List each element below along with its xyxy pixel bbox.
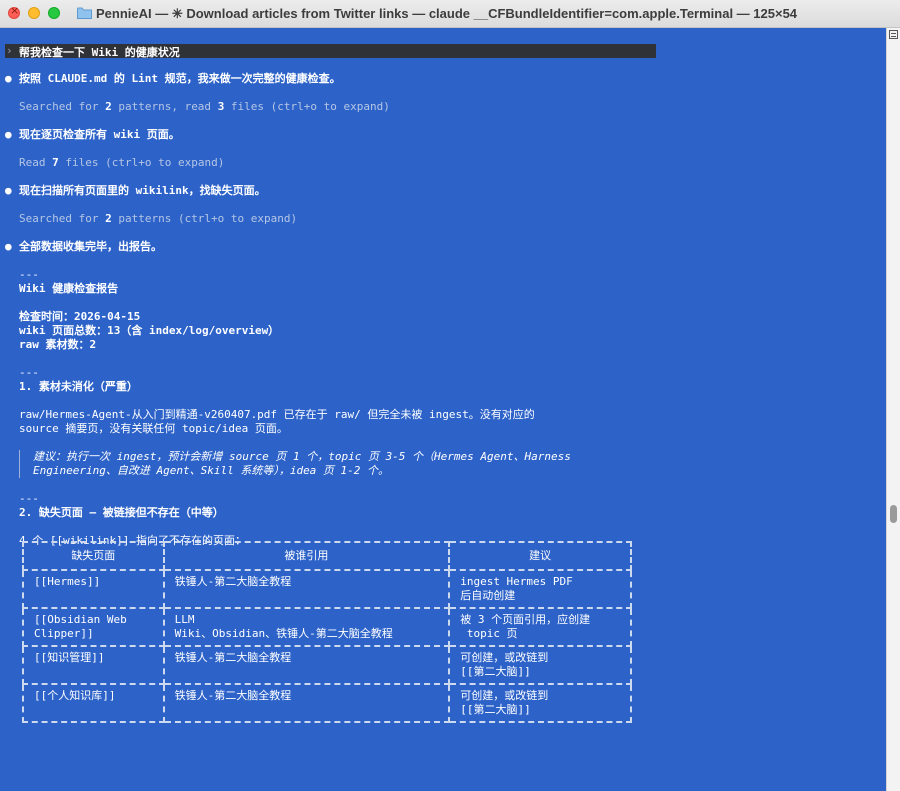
report-title: Wiki 健康检查报告 <box>19 282 119 295</box>
table-cell: [[Hermes]] <box>22 569 165 609</box>
tool-summary[interactable]: Read 7 files (ctrl+o to expand) <box>19 156 224 170</box>
table-row: [[知识管理]] 铁锤人-第二大脑全教程 可创建，或改链到 [[第二大脑]] <box>22 645 632 685</box>
table-row: [[Obsidian Web Clipper]] LLM Wiki、Obsidi… <box>22 607 632 647</box>
bullet-icon: ● <box>5 184 12 197</box>
missing-pages-table: 缺失页面 被谁引用 建议 [[Hermes]] 铁锤人-第二大脑全教程 inge… <box>22 541 632 723</box>
tool-summary[interactable]: Searched for 2 patterns (ctrl+o to expan… <box>19 212 297 226</box>
table-row: [[个人知识库]] 铁锤人-第二大脑全教程 可创建，或改链到 [[第二大脑]] <box>22 683 632 723</box>
horizontal-rule: --- <box>19 366 39 379</box>
user-prompt-line: › 帮我检查一下 Wiki 的健康状况 <box>5 44 656 59</box>
table-cell: 被 3 个页面引用，应创建 topic 页 <box>448 607 632 647</box>
user-prompt-text: 帮我检查一下 Wiki 的健康状况 <box>19 46 180 59</box>
horizontal-rule: --- <box>19 268 39 281</box>
table-cell: [[个人知识库]] <box>22 683 165 723</box>
table-cell: [[知识管理]] <box>22 645 165 685</box>
table-cell: [[Obsidian Web Clipper]] <box>22 607 165 647</box>
horizontal-rule: --- <box>19 492 39 505</box>
tool-summary[interactable]: Searched for 2 patterns, read 3 files (c… <box>19 100 390 114</box>
section-text: source 摘要页，没有关联任何 topic/idea 页面。 <box>19 422 288 435</box>
page-total: wiki 页面总数：13（含 index/log/overview） <box>19 324 280 337</box>
prompt-marker: › <box>6 44 13 57</box>
scrollbar-thumb[interactable] <box>890 505 897 523</box>
folder-icon <box>77 7 92 19</box>
close-icon[interactable] <box>8 4 20 19</box>
table-cell: 铁锤人-第二大脑全教程 <box>162 683 451 723</box>
assistant-message: 按照 CLAUDE.md 的 Lint 规范，我来做一次完整的健康检查。 <box>19 72 341 85</box>
suggestion-quote: Engineering、自改进 Agent、Skill 系统等），idea 页 … <box>33 464 390 477</box>
minimize-icon[interactable] <box>28 7 40 19</box>
window-title: PennieAI — ✳ Download articles from Twit… <box>96 6 798 21</box>
section-text: raw/Hermes-Agent-从入门到精通-v260407.pdf 已存在于… <box>19 408 535 421</box>
check-time: 检查时间：2026-04-15 <box>19 310 141 323</box>
scrollbar-menu-icon[interactable] <box>889 30 898 39</box>
raw-count: raw 素材数：2 <box>19 338 97 351</box>
table-header-cell: 缺失页面 <box>22 541 165 571</box>
table-cell: 可创建，或改链到 [[第二大脑]] <box>448 645 632 685</box>
table-header-cell: 建议 <box>448 541 632 571</box>
assistant-message: 全部数据收集完毕，出报告。 <box>19 240 162 253</box>
suggestion-quote: 建议：执行一次 ingest，预计会新增 source 页 1 个，topic … <box>33 450 571 463</box>
table-header-cell: 被谁引用 <box>162 541 451 571</box>
table-row: [[Hermes]] 铁锤人-第二大脑全教程 ingest Hermes PDF… <box>22 569 632 609</box>
section-heading: 1. 素材未消化（严重） <box>19 380 138 393</box>
bullet-icon: ● <box>5 240 12 253</box>
bullet-icon: ● <box>5 72 12 85</box>
bullet-icon: ● <box>5 128 12 141</box>
table-cell: 铁锤人-第二大脑全教程 <box>162 569 451 609</box>
table-cell: 铁锤人-第二大脑全教程 <box>162 645 451 685</box>
maximize-icon[interactable] <box>48 7 60 19</box>
table-cell: 可创建，或改链到 [[第二大脑]] <box>448 683 632 723</box>
assistant-message: 现在扫描所有页面里的 wikilink，找缺失页面。 <box>19 184 266 197</box>
table-cell: LLM Wiki、Obsidian、铁锤人-第二大脑全教程 <box>162 607 451 647</box>
window-titlebar: PennieAI — ✳ Download articles from Twit… <box>0 0 900 28</box>
assistant-message: 现在逐页检查所有 wiki 页面。 <box>19 128 180 141</box>
terminal-view[interactable]: › 帮我检查一下 Wiki 的健康状况 ● 按照 CLAUDE.md 的 Lin… <box>0 28 886 791</box>
quote-bar <box>19 464 20 478</box>
table-header-row: 缺失页面 被谁引用 建议 <box>22 541 632 571</box>
quote-bar <box>19 450 20 464</box>
section-heading: 2. 缺失页面 — 被链接但不存在（中等） <box>19 506 224 519</box>
vertical-scrollbar[interactable] <box>886 28 900 791</box>
table-cell: ingest Hermes PDF 后自动创建 <box>448 569 632 609</box>
